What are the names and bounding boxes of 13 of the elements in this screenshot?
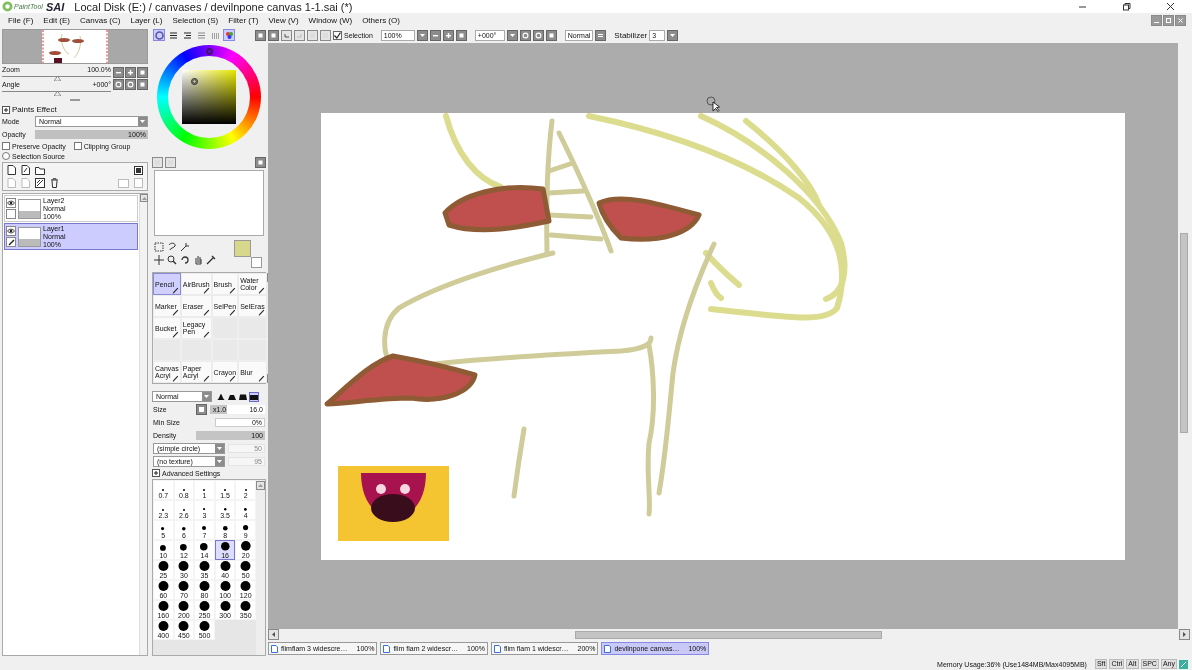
menu-item[interactable]: Layer (L) (125, 15, 168, 25)
section-title: Paints Effect (12, 105, 57, 114)
menu-item[interactable]: Filter (T) (223, 15, 264, 25)
menu-item[interactable]: Selection (S) (167, 15, 224, 25)
menu-item[interactable]: Edit (E) (38, 15, 75, 25)
menu-item[interactable]: View (V) (263, 15, 304, 25)
menu-item[interactable]: Window (W) (303, 15, 358, 25)
field-label: Stabilizer (614, 30, 648, 40)
menu-item[interactable]: File (F) (3, 15, 39, 25)
menu-item[interactable]: Canvas (C) (75, 15, 126, 25)
window-title: Local Disk (E:) / canvases / devilnpone canvas 1-1.sai (*) (74, 0, 353, 13)
menu-item[interactable]: Others (O) (357, 15, 405, 25)
logo-text: SAI (45, 0, 65, 13)
